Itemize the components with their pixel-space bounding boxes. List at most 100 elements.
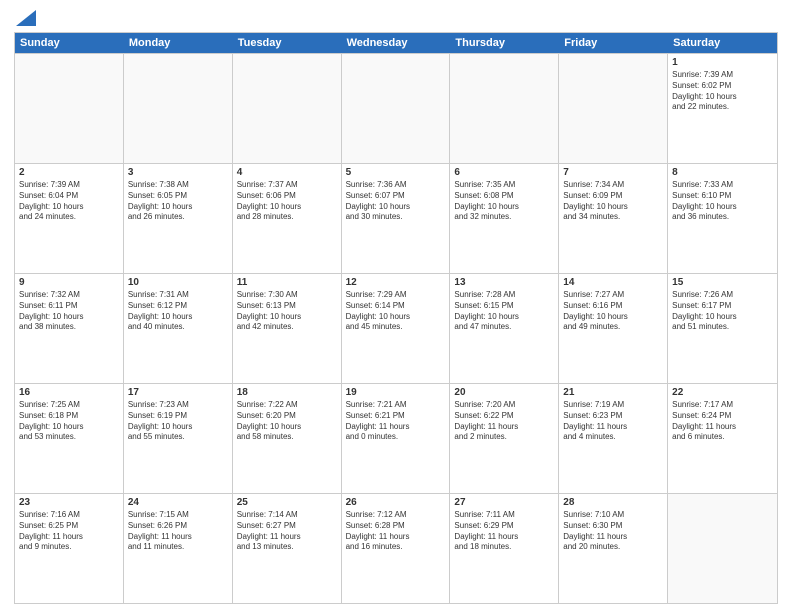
weekday-header-thursday: Thursday	[450, 33, 559, 53]
day-number: 19	[346, 387, 446, 398]
day-info: Sunrise: 7:14 AMSunset: 6:27 PMDaylight:…	[237, 510, 337, 553]
calendar-week-2: 2 Sunrise: 7:39 AMSunset: 6:04 PMDaylight…	[15, 163, 777, 273]
day-number: 9	[19, 277, 119, 288]
day-cell-12: 12Sunrise: 7:29 AMSunset: 6:14 PMDayligh…	[342, 274, 451, 383]
day-number: 26	[346, 497, 446, 508]
day-number: 7	[563, 167, 663, 178]
day-info: Sunrise: 7:16 AMSunset: 6:25 PMDaylight:…	[19, 510, 119, 553]
day-number: 21	[563, 387, 663, 398]
day-cell-26: 26 Sunrise: 7:12 AMSunset: 6:28 PMDayligh…	[342, 494, 451, 603]
header	[14, 10, 778, 26]
weekday-header-monday: Monday	[124, 33, 233, 53]
calendar-week-1: 1Sunrise: 7:39 AMSunset: 6:02 PMDaylight…	[15, 53, 777, 163]
day-info: Sunrise: 7:21 AMSunset: 6:21 PMDaylight:…	[346, 400, 446, 443]
day-cell-10: 10 Sunrise: 7:31 AMSunset: 6:12 PMDayligh…	[124, 274, 233, 383]
day-number: 5	[346, 167, 446, 178]
day-cell-15: 15 Sunrise: 7:26 AMSunset: 6:17 PMDayligh…	[668, 274, 777, 383]
day-cell-8: 8 Sunrise: 7:33 AMSunset: 6:10 PMDaylight…	[668, 164, 777, 273]
day-cell-13: 13 Sunrise: 7:28 AMSunset: 6:15 PMDayligh…	[450, 274, 559, 383]
day-info: Sunrise: 7:10 AMSunset: 6:30 PMDaylight:…	[563, 510, 663, 553]
day-info: Sunrise: 7:20 AMSunset: 6:22 PMDaylight:…	[454, 400, 554, 443]
day-info: Sunrise: 7:29 AMSunset: 6:14 PMDaylight:…	[346, 290, 446, 333]
day-number: 13	[454, 277, 554, 288]
day-number: 23	[19, 497, 119, 508]
day-cell-28: 28 Sunrise: 7:10 AMSunset: 6:30 PMDayligh…	[559, 494, 668, 603]
empty-cell	[15, 54, 124, 163]
weekday-header-wednesday: Wednesday	[342, 33, 451, 53]
day-cell-2: 2 Sunrise: 7:39 AMSunset: 6:04 PMDaylight…	[15, 164, 124, 273]
day-cell-14: 14 Sunrise: 7:27 AMSunset: 6:16 PMDayligh…	[559, 274, 668, 383]
calendar-week-4: 16Sunrise: 7:25 AMSunset: 6:18 PMDayligh…	[15, 383, 777, 493]
day-info: Sunrise: 7:30 AMSunset: 6:13 PMDaylight:…	[237, 290, 337, 333]
empty-cell	[668, 494, 777, 603]
day-cell-4: 4 Sunrise: 7:37 AMSunset: 6:06 PMDaylight…	[233, 164, 342, 273]
day-cell-6: 6 Sunrise: 7:35 AMSunset: 6:08 PMDaylight…	[450, 164, 559, 273]
page: SundayMondayTuesdayWednesdayThursdayFrid…	[0, 0, 792, 612]
calendar-body: 1Sunrise: 7:39 AMSunset: 6:02 PMDaylight…	[15, 53, 777, 603]
day-number: 3	[128, 167, 228, 178]
day-info: Sunrise: 7:31 AMSunset: 6:12 PMDaylight:…	[128, 290, 228, 333]
day-number: 27	[454, 497, 554, 508]
day-number: 17	[128, 387, 228, 398]
logo-icon	[16, 10, 36, 26]
day-info: Sunrise: 7:33 AMSunset: 6:10 PMDaylight:…	[672, 180, 773, 223]
day-info: Sunrise: 7:17 AMSunset: 6:24 PMDaylight:…	[672, 400, 773, 443]
day-number: 28	[563, 497, 663, 508]
weekday-header-sunday: Sunday	[15, 33, 124, 53]
day-cell-18: 18 Sunrise: 7:22 AMSunset: 6:20 PMDayligh…	[233, 384, 342, 493]
day-number: 2	[19, 167, 119, 178]
day-info: Sunrise: 7:37 AMSunset: 6:06 PMDaylight:…	[237, 180, 337, 223]
day-cell-1: 1Sunrise: 7:39 AMSunset: 6:02 PMDaylight…	[668, 54, 777, 163]
day-cell-5: 5Sunrise: 7:36 AMSunset: 6:07 PMDaylight…	[342, 164, 451, 273]
day-info: Sunrise: 7:23 AMSunset: 6:19 PMDaylight:…	[128, 400, 228, 443]
calendar: SundayMondayTuesdayWednesdayThursdayFrid…	[14, 32, 778, 604]
day-number: 4	[237, 167, 337, 178]
day-info: Sunrise: 7:15 AMSunset: 6:26 PMDaylight:…	[128, 510, 228, 553]
day-info: Sunrise: 7:22 AMSunset: 6:20 PMDaylight:…	[237, 400, 337, 443]
empty-cell	[124, 54, 233, 163]
day-info: Sunrise: 7:12 AMSunset: 6:28 PMDaylight:…	[346, 510, 446, 553]
day-cell-22: 22 Sunrise: 7:17 AMSunset: 6:24 PMDayligh…	[668, 384, 777, 493]
weekday-header-friday: Friday	[559, 33, 668, 53]
day-info: Sunrise: 7:27 AMSunset: 6:16 PMDaylight:…	[563, 290, 663, 333]
day-cell-7: 7 Sunrise: 7:34 AMSunset: 6:09 PMDaylight…	[559, 164, 668, 273]
day-cell-19: 19 Sunrise: 7:21 AMSunset: 6:21 PMDayligh…	[342, 384, 451, 493]
day-info: Sunrise: 7:28 AMSunset: 6:15 PMDaylight:…	[454, 290, 554, 333]
calendar-header: SundayMondayTuesdayWednesdayThursdayFrid…	[15, 33, 777, 53]
day-info: Sunrise: 7:34 AMSunset: 6:09 PMDaylight:…	[563, 180, 663, 223]
weekday-header-saturday: Saturday	[668, 33, 777, 53]
empty-cell	[450, 54, 559, 163]
day-number: 8	[672, 167, 773, 178]
day-info: Sunrise: 7:32 AMSunset: 6:11 PMDaylight:…	[19, 290, 119, 333]
calendar-week-5: 23 Sunrise: 7:16 AMSunset: 6:25 PMDayligh…	[15, 493, 777, 603]
day-number: 24	[128, 497, 228, 508]
day-info: Sunrise: 7:38 AMSunset: 6:05 PMDaylight:…	[128, 180, 228, 223]
day-cell-20: 20 Sunrise: 7:20 AMSunset: 6:22 PMDayligh…	[450, 384, 559, 493]
day-number: 15	[672, 277, 773, 288]
day-info: Sunrise: 7:26 AMSunset: 6:17 PMDaylight:…	[672, 290, 773, 333]
logo	[14, 10, 36, 26]
day-cell-9: 9 Sunrise: 7:32 AMSunset: 6:11 PMDaylight…	[15, 274, 124, 383]
day-cell-16: 16Sunrise: 7:25 AMSunset: 6:18 PMDayligh…	[15, 384, 124, 493]
day-info: Sunrise: 7:19 AMSunset: 6:23 PMDaylight:…	[563, 400, 663, 443]
day-number: 18	[237, 387, 337, 398]
day-number: 10	[128, 277, 228, 288]
day-cell-21: 21 Sunrise: 7:19 AMSunset: 6:23 PMDayligh…	[559, 384, 668, 493]
day-number: 22	[672, 387, 773, 398]
day-number: 11	[237, 277, 337, 288]
day-number: 20	[454, 387, 554, 398]
day-cell-25: 25Sunrise: 7:14 AMSunset: 6:27 PMDayligh…	[233, 494, 342, 603]
day-number: 6	[454, 167, 554, 178]
day-cell-3: 3 Sunrise: 7:38 AMSunset: 6:05 PMDaylight…	[124, 164, 233, 273]
day-cell-24: 24 Sunrise: 7:15 AMSunset: 6:26 PMDayligh…	[124, 494, 233, 603]
day-cell-27: 27 Sunrise: 7:11 AMSunset: 6:29 PMDayligh…	[450, 494, 559, 603]
day-info: Sunrise: 7:39 AMSunset: 6:02 PMDaylight:…	[672, 70, 773, 113]
day-info: Sunrise: 7:11 AMSunset: 6:29 PMDaylight:…	[454, 510, 554, 553]
day-info: Sunrise: 7:25 AMSunset: 6:18 PMDaylight:…	[19, 400, 119, 443]
day-number: 14	[563, 277, 663, 288]
day-info: Sunrise: 7:35 AMSunset: 6:08 PMDaylight:…	[454, 180, 554, 223]
empty-cell	[342, 54, 451, 163]
day-cell-23: 23 Sunrise: 7:16 AMSunset: 6:25 PMDayligh…	[15, 494, 124, 603]
day-info: Sunrise: 7:39 AMSunset: 6:04 PMDaylight:…	[19, 180, 119, 223]
weekday-header-tuesday: Tuesday	[233, 33, 342, 53]
